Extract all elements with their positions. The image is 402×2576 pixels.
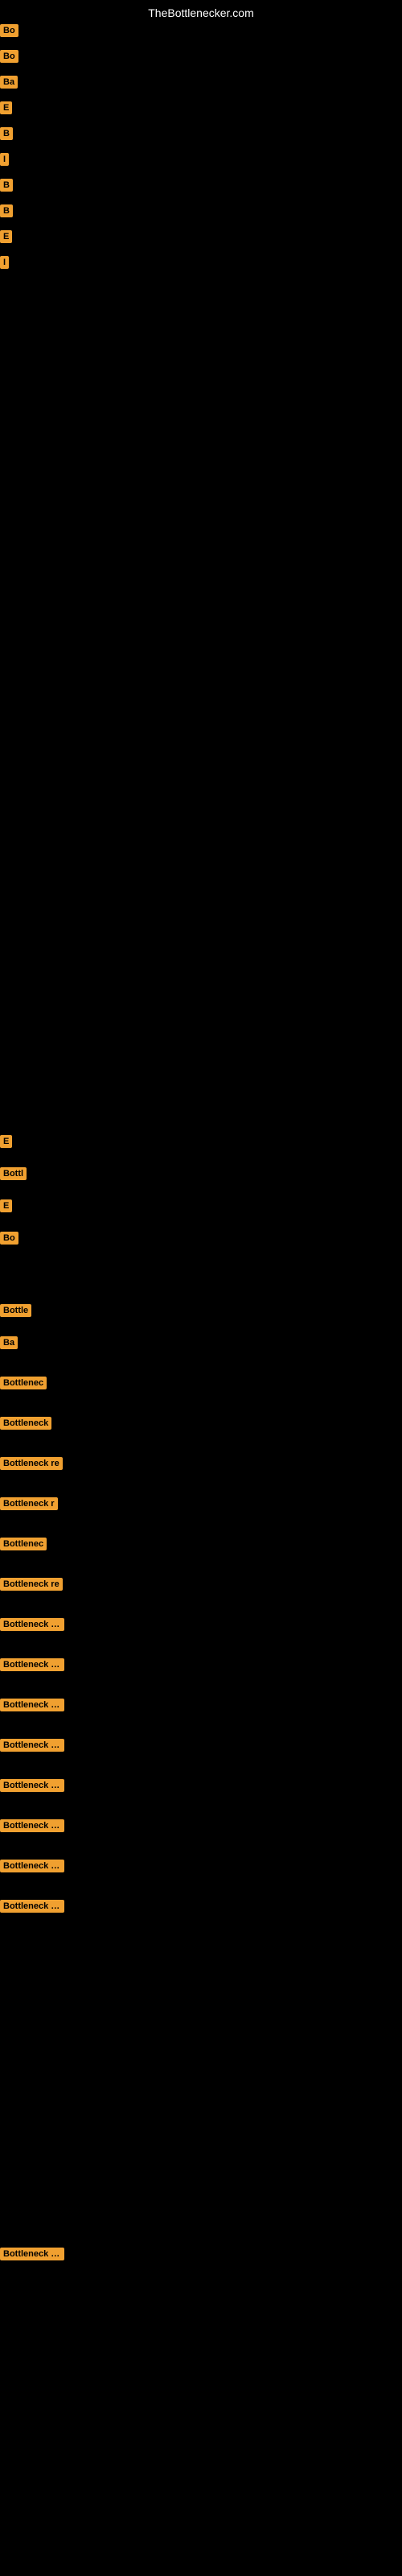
badge-badge-19: Bottleneck re — [0, 1457, 63, 1470]
badge-badge-14: Bo — [0, 1232, 18, 1245]
badge-badge-5: B — [0, 127, 13, 140]
badge-badge-3: Ba — [0, 76, 18, 89]
badge-badge-10: I — [0, 256, 9, 269]
badge-badge-9: E — [0, 230, 12, 243]
badge-badge-1: Bo — [0, 24, 18, 37]
badge-badge-27: Bottleneck resu — [0, 1779, 64, 1792]
badge-badge-11: E — [0, 1135, 12, 1148]
badge-badge-15: Bottle — [0, 1304, 31, 1317]
badge-badge-4: E — [0, 101, 12, 114]
badge-badge-20: Bottleneck r — [0, 1497, 58, 1510]
badge-badge-6: I — [0, 153, 9, 166]
badge-badge-31: Bottleneck res — [0, 2248, 64, 2260]
badge-badge-13: E — [0, 1199, 12, 1212]
badge-badge-8: B — [0, 204, 13, 217]
badge-badge-22: Bottleneck re — [0, 1578, 63, 1591]
badge-badge-2: Bo — [0, 50, 18, 63]
badge-badge-16: Ba — [0, 1336, 18, 1349]
badge-badge-21: Bottlenec — [0, 1538, 47, 1550]
badge-badge-25: Bottleneck resu — [0, 1699, 64, 1711]
badge-badge-30: Bottleneck res — [0, 1900, 64, 1913]
site-title: TheBottlenecker.com — [148, 6, 254, 19]
badge-badge-12: Bottl — [0, 1167, 27, 1180]
badge-badge-18: Bottleneck — [0, 1417, 51, 1430]
badge-badge-26: Bottleneck resu — [0, 1739, 64, 1752]
badge-badge-17: Bottlenec — [0, 1377, 47, 1389]
badge-badge-29: Bottleneck result — [0, 1860, 64, 1872]
badge-badge-23: Bottleneck resu — [0, 1618, 64, 1631]
badge-badge-7: B — [0, 179, 13, 192]
badge-badge-24: Bottleneck res — [0, 1658, 64, 1671]
badge-badge-28: Bottleneck resu — [0, 1819, 64, 1832]
